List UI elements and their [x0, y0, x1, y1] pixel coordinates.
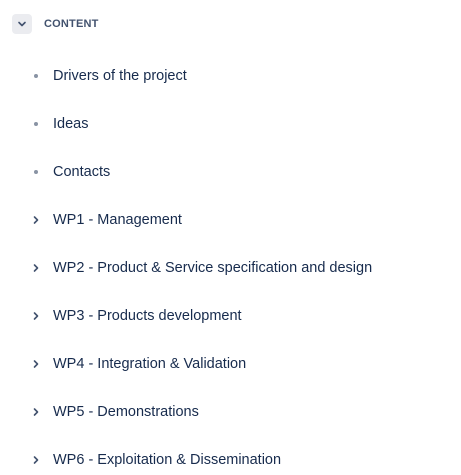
tree-item-label[interactable]: Ideas	[53, 116, 88, 132]
tree-item-label[interactable]: WP6 - Exploitation & Dissemination	[53, 452, 281, 468]
tree-item-label[interactable]: WP1 - Management	[53, 212, 182, 228]
chevron-right-icon[interactable]	[28, 404, 44, 420]
chevron-right-icon[interactable]	[28, 308, 44, 324]
tree-item-label[interactable]: WP3 - Products development	[53, 308, 242, 324]
chevron-right-icon[interactable]	[28, 260, 44, 276]
chevron-right-icon[interactable]	[28, 212, 44, 228]
content-section-header: CONTENT	[12, 13, 99, 35]
tree-item-label[interactable]: WP4 - Integration & Validation	[53, 356, 246, 372]
tree-item-label[interactable]: Drivers of the project	[53, 68, 187, 84]
tree-item-label[interactable]: Contacts	[53, 164, 110, 180]
bullet-icon	[28, 68, 44, 84]
chevron-right-icon[interactable]	[28, 452, 44, 468]
bullet-icon	[28, 164, 44, 180]
tree-item-label[interactable]: WP5 - Demonstrations	[53, 404, 199, 420]
section-title: CONTENT	[44, 18, 99, 30]
bullet-icon	[28, 116, 44, 132]
chevron-down-icon	[18, 21, 26, 27]
tree-item-label[interactable]: WP2 - Product & Service specification an…	[53, 260, 372, 276]
collapse-content-button[interactable]	[12, 14, 32, 34]
chevron-right-icon[interactable]	[28, 356, 44, 372]
